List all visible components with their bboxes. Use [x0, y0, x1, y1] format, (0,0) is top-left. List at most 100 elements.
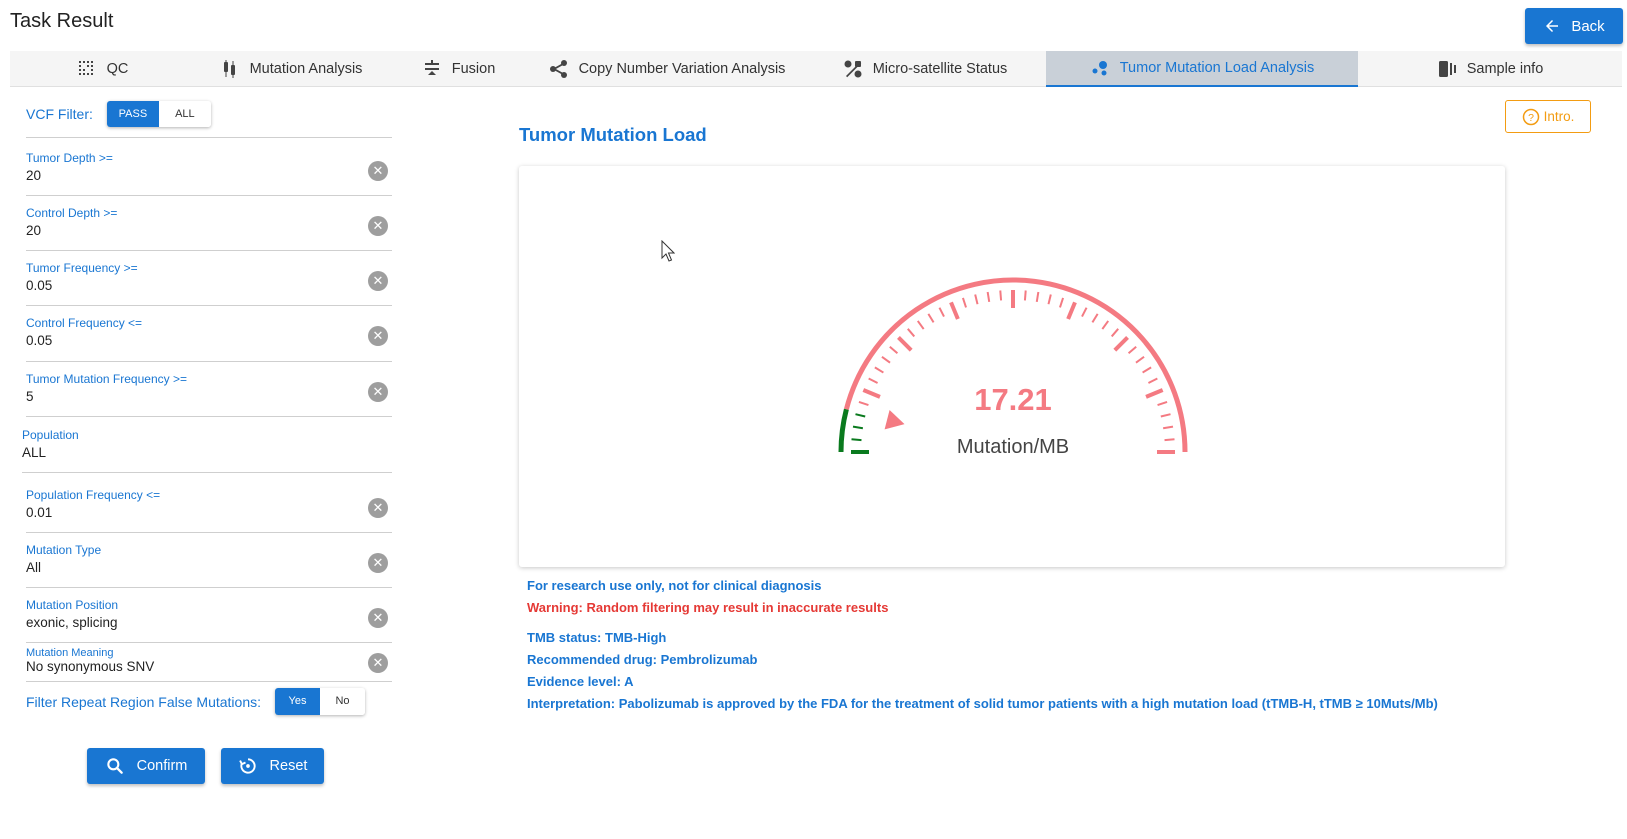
sample-info-icon — [1438, 61, 1456, 77]
mutation-meaning-select[interactable]: Mutation Meaning No synonymous SNV ✕ — [26, 647, 392, 682]
svg-text:?: ? — [1528, 111, 1534, 123]
gauge-tick — [881, 355, 891, 364]
tab-sample-info[interactable]: Sample info — [1358, 51, 1622, 87]
clear-icon[interactable]: ✕ — [368, 653, 388, 673]
clear-icon[interactable]: ✕ — [368, 161, 388, 181]
vcf-all-option[interactable]: ALL — [158, 101, 211, 127]
tab-label: QC — [106, 61, 129, 77]
gauge-tick — [1145, 388, 1164, 399]
gauge-tick — [949, 301, 960, 320]
divider — [26, 137, 392, 138]
mutation-type-select[interactable]: Mutation Type All ✕ — [26, 543, 392, 588]
population-frequency-field[interactable]: Population Frequency <= 0.01 ✕ — [26, 488, 392, 533]
tumor-mutation-frequency-field[interactable]: Tumor Mutation Frequency >= 5 ✕ — [26, 372, 392, 417]
section-title: Tumor Mutation Load — [519, 124, 707, 145]
search-icon — [106, 758, 123, 774]
gauge-arc-high — [843, 277, 1188, 453]
gauge-tick — [927, 313, 935, 323]
gauge-tick — [907, 328, 916, 338]
gauge-tick — [1164, 438, 1175, 442]
tumor-depth-field[interactable]: Tumor Depth >= 20 ✕ — [26, 151, 392, 196]
interpretation: Interpretation: Pabolizumab is approved … — [527, 696, 1438, 711]
reset-icon — [238, 758, 256, 774]
tmb-status: TMB status: TMB-High — [527, 630, 667, 645]
field-value[interactable]: All — [26, 560, 392, 575]
field-label: Tumor Depth >= — [26, 151, 113, 165]
gauge-tick — [855, 413, 866, 418]
filter-repeat-toggle: Yes No — [275, 688, 365, 715]
tab-copy-number-variation[interactable]: Copy Number Variation Analysis — [530, 51, 804, 87]
back-button[interactable]: Back — [1525, 8, 1623, 44]
page-title: Task Result — [10, 10, 114, 32]
tab-micro-satellite[interactable]: Micro-satellite Status — [804, 51, 1046, 87]
recommended-drug: Recommended drug: Pembrolizumab — [527, 652, 758, 667]
gauge-tick — [1135, 355, 1145, 364]
field-value[interactable]: 0.01 — [26, 505, 392, 520]
repeat-no-option[interactable]: No — [320, 688, 365, 715]
clear-icon[interactable]: ✕ — [368, 553, 388, 573]
confirm-button-label: Confirm — [136, 758, 188, 774]
gauge-tick — [938, 307, 945, 318]
clear-icon[interactable]: ✕ — [368, 326, 388, 346]
vcf-pass-option[interactable]: PASS — [106, 101, 159, 127]
field-label: Tumor Frequency >= — [26, 261, 138, 275]
gauge-tick — [1066, 301, 1077, 320]
field-label: Population — [22, 428, 79, 442]
gauge-tick — [851, 438, 862, 442]
vcf-filter-label: VCF Filter: — [26, 106, 93, 122]
clear-icon[interactable]: ✕ — [368, 216, 388, 236]
vcf-filter-toggle: PASS ALL — [106, 101, 211, 127]
filter-warning: Warning: Random filtering may result in … — [527, 600, 889, 615]
gauge-tick — [1081, 307, 1088, 318]
research-disclaimer: For research use only, not for clinical … — [527, 578, 822, 593]
field-label: Mutation Position — [26, 598, 119, 612]
tab-qc[interactable]: QC — [10, 51, 195, 87]
gauge-tick — [1157, 400, 1168, 406]
field-value[interactable]: 5 — [26, 389, 392, 404]
field-value[interactable]: No synonymous SNV — [26, 659, 392, 674]
field-label: Population Frequency <= — [26, 488, 161, 502]
field-value[interactable]: 0.05 — [26, 333, 392, 348]
gauge-tick — [858, 400, 869, 406]
tab-tumor-mutation-load[interactable]: Tumor Mutation Load Analysis — [1046, 51, 1358, 87]
reset-button[interactable]: Reset — [221, 748, 324, 784]
tumor-frequency-field[interactable]: Tumor Frequency >= 0.05 ✕ — [26, 261, 392, 306]
population-select[interactable]: Population ALL — [22, 428, 392, 473]
gauge-tick — [1113, 336, 1129, 352]
mutation-position-select[interactable]: Mutation Position exonic, splicing ✕ — [26, 598, 392, 643]
field-label: Control Depth >= — [26, 206, 118, 220]
intro-button[interactable]: ? Intro. — [1505, 100, 1591, 133]
mutation-analysis-icon — [223, 60, 235, 78]
field-label: Tumor Mutation Frequency >= — [26, 372, 187, 386]
confirm-button[interactable]: Confirm — [87, 748, 205, 784]
tab-label: Tumor Mutation Load Analysis — [1119, 60, 1315, 76]
evidence-level: Evidence level: A — [527, 674, 634, 689]
msi-icon — [844, 60, 862, 78]
tmb-gauge: 17.21 Mutation/MB — [838, 277, 1188, 458]
gauge-tick — [986, 291, 991, 303]
tab-label: Fusion — [451, 61, 496, 77]
tab-mutation-analysis[interactable]: Mutation Analysis — [195, 51, 387, 87]
repeat-yes-option[interactable]: Yes — [275, 688, 320, 715]
tab-label: Sample info — [1466, 61, 1544, 77]
gauge-pointer — [884, 409, 905, 430]
field-value[interactable]: 20 — [26, 168, 392, 183]
field-value[interactable]: exonic, splicing — [26, 615, 392, 630]
field-value[interactable]: 20 — [26, 223, 392, 238]
clear-icon[interactable]: ✕ — [368, 608, 388, 628]
clear-icon[interactable]: ✕ — [368, 382, 388, 402]
control-depth-field[interactable]: Control Depth >= 20 ✕ — [26, 206, 392, 251]
gauge-tick — [874, 366, 884, 374]
cnv-share-icon — [549, 60, 567, 78]
tab-bar: QC Mutation Analysis Fusion Copy Number … — [10, 51, 1622, 87]
control-frequency-field[interactable]: Control Frequency <= 0.05 ✕ — [26, 316, 392, 362]
clear-icon[interactable]: ✕ — [368, 271, 388, 291]
field-value[interactable]: ALL — [22, 445, 392, 460]
gauge-tick — [1101, 320, 1110, 330]
field-value[interactable]: 0.05 — [26, 278, 392, 293]
tab-fusion[interactable]: Fusion — [387, 51, 530, 87]
clear-icon[interactable]: ✕ — [368, 498, 388, 518]
gauge-tick — [1142, 366, 1152, 374]
mouse-cursor-icon — [661, 240, 675, 262]
gauge-tick — [1035, 291, 1040, 303]
